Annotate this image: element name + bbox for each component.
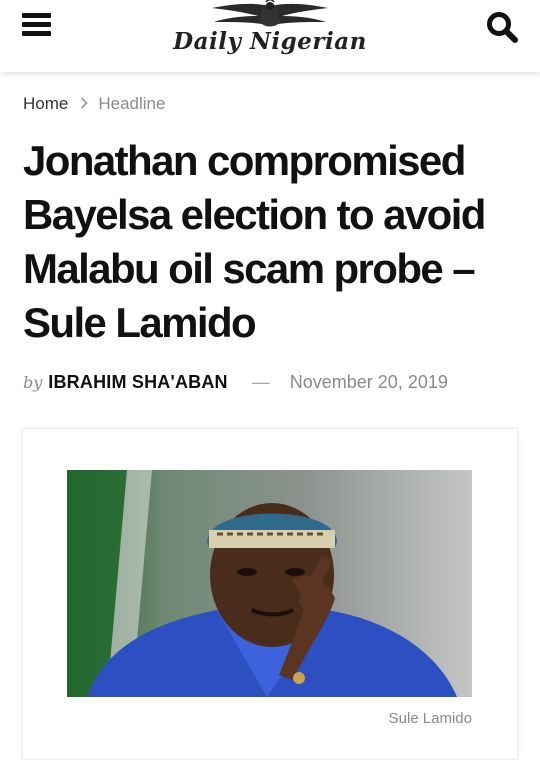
byline-prefix: by (23, 373, 43, 392)
article-meta: by IBRAHIM SHA'ABAN — November 20, 2019 (23, 372, 448, 393)
image-caption: Sule Lamido (388, 710, 472, 727)
article-title: Jonathan compromised Bayelsa election to… (23, 137, 486, 346)
breadcrumb: Home Headline (23, 94, 165, 114)
breadcrumb-home-link[interactable]: Home (23, 94, 68, 114)
chevron-right-icon (80, 96, 88, 113)
site-header: Daily Nigerian (0, 0, 540, 72)
breadcrumb-category-link[interactable]: Headline (98, 94, 165, 114)
featured-image (67, 470, 472, 697)
hamburger-menu-icon[interactable] (22, 12, 52, 38)
meta-separator: — (251, 372, 270, 392)
publish-date: November 20, 2019 (289, 372, 448, 392)
eagle-emblem-icon (212, 0, 328, 27)
search-icon[interactable] (485, 10, 519, 44)
site-logo[interactable]: Daily Nigerian (172, 0, 368, 62)
logo-wordmark: Daily Nigerian (173, 28, 367, 55)
author-link[interactable]: IBRAHIM SHA'ABAN (48, 372, 227, 393)
